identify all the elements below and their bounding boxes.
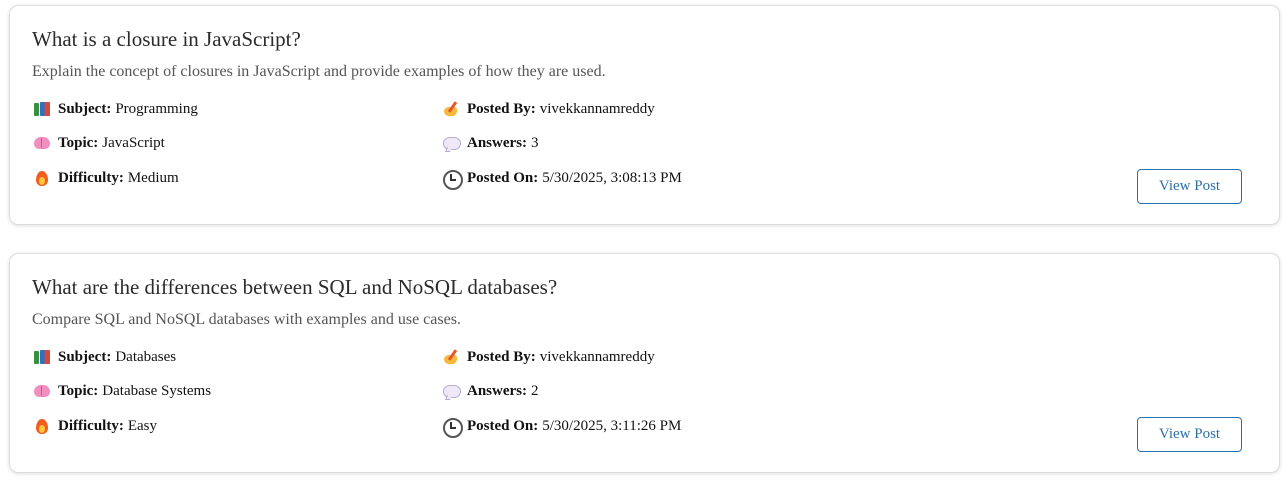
topic-value: Database Systems (102, 382, 212, 399)
view-post-button[interactable]: View Post (1137, 169, 1242, 204)
books-icon (33, 348, 51, 366)
subject-value: Databases (115, 348, 177, 365)
difficulty-field: Difficulty: Easy (33, 417, 157, 435)
answers-label: Answers: (467, 382, 527, 399)
subject-value: Programming (115, 100, 198, 117)
fire-icon (33, 417, 51, 435)
topic-label: Topic: (58, 382, 99, 399)
view-post-button[interactable]: View Post (1137, 417, 1242, 452)
answers-field: Answers: 2 (442, 382, 539, 400)
posted-on-label: Posted On: (467, 417, 539, 434)
books-icon (33, 100, 51, 118)
speech-bubble-icon (442, 382, 461, 400)
speech-bubble-icon (442, 134, 461, 152)
answers-field: Answers: 3 (442, 134, 539, 152)
posted-by-label: Posted By: (467, 348, 536, 365)
subject-field: Subject: Databases (33, 348, 176, 366)
posted-by-label: Posted By: (467, 100, 536, 117)
subject-field: Subject: Programming (33, 100, 198, 118)
post-description: Compare SQL and NoSQL databases with exa… (32, 311, 461, 328)
post-card: What is a closure in JavaScript? Explain… (9, 5, 1280, 225)
posted-on-value: 5/30/2025, 3:11:26 PM (542, 417, 682, 434)
posted-on-field: Posted On: 5/30/2025, 3:11:26 PM (442, 417, 682, 438)
difficulty-label: Difficulty: (58, 417, 124, 434)
brain-icon (33, 134, 51, 152)
difficulty-field: Difficulty: Medium (33, 169, 179, 187)
fire-icon (33, 169, 51, 187)
posted-on-label: Posted On: (467, 169, 539, 186)
posted-by-field: Posted By: vivekkannamreddy (442, 100, 655, 118)
post-title: What are the differences between SQL and… (32, 275, 558, 299)
posted-by-value: vivekkannamreddy (539, 100, 655, 117)
topic-field: Topic: JavaScript (33, 134, 165, 152)
posted-by-field: Posted By: vivekkannamreddy (442, 348, 655, 366)
answers-count: 2 (531, 382, 539, 399)
posted-by-value: vivekkannamreddy (539, 348, 655, 365)
clock-icon (442, 417, 463, 438)
post-card: What are the differences between SQL and… (9, 253, 1280, 473)
difficulty-label: Difficulty: (58, 169, 124, 186)
answers-label: Answers: (467, 134, 527, 151)
posted-on-field: Posted On: 5/30/2025, 3:08:13 PM (442, 169, 682, 190)
post-title: What is a closure in JavaScript? (32, 27, 301, 51)
subject-label: Subject: (58, 100, 112, 117)
answers-count: 3 (531, 134, 539, 151)
difficulty-value: Easy (127, 417, 157, 434)
clock-icon (442, 169, 463, 190)
post-description: Explain the concept of closures in JavaS… (32, 63, 606, 80)
difficulty-value: Medium (127, 169, 179, 186)
subject-label: Subject: (58, 348, 112, 365)
topic-label: Topic: (58, 134, 99, 151)
topic-value: JavaScript (102, 134, 165, 151)
topic-field: Topic: Database Systems (33, 382, 211, 400)
writing-hand-icon (442, 348, 460, 366)
writing-hand-icon (442, 100, 460, 118)
posted-on-value: 5/30/2025, 3:08:13 PM (542, 169, 682, 186)
brain-icon (33, 382, 51, 400)
